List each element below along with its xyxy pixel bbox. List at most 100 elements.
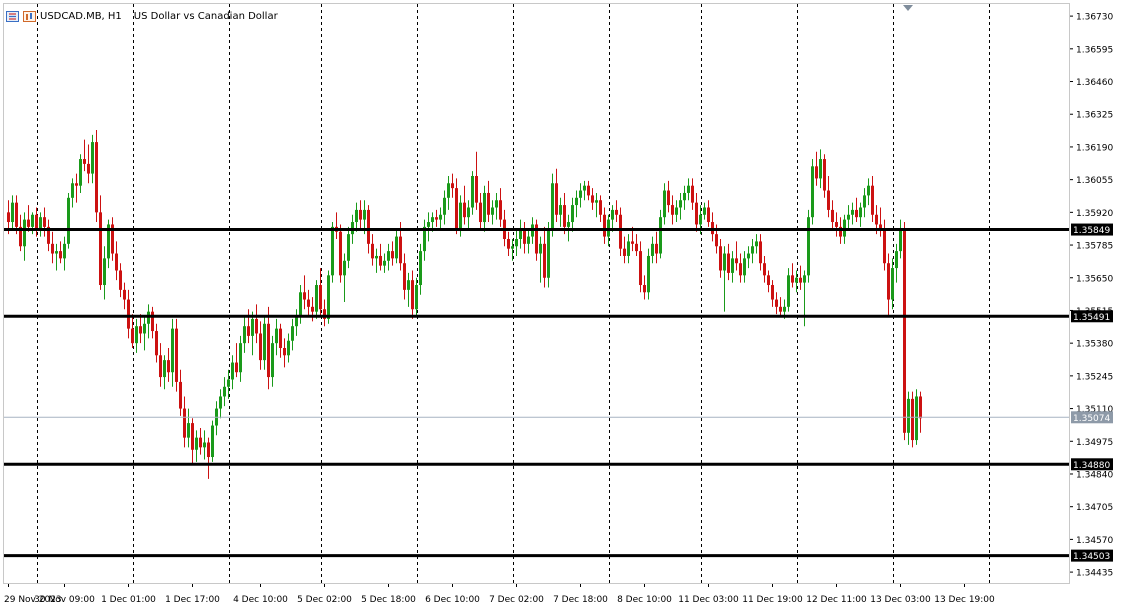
bear-candle	[43, 217, 46, 227]
bull-candle	[795, 277, 798, 283]
bear-candle	[667, 190, 670, 206]
price-tick-label: 1.34570	[1076, 536, 1113, 546]
bull-candle	[483, 192, 486, 223]
bear-candle	[715, 234, 718, 247]
bear-candle	[759, 241, 762, 264]
bull-candle	[271, 343, 274, 378]
time-tick-label: 11 Dec 19:00	[742, 595, 803, 605]
chart-type-icon[interactable]	[6, 10, 19, 22]
bear-candle	[159, 355, 162, 378]
bear-candle	[655, 243, 658, 254]
bull-candle	[743, 258, 746, 276]
chart-window[interactable]: 1.36730 1.36595 1.36460 1.36325 1.36190 1.360…	[0, 0, 1125, 609]
bear-candle	[59, 251, 62, 259]
bull-candle	[223, 386, 226, 397]
bull-candle	[55, 251, 58, 254]
bull-candle	[547, 229, 550, 278]
price-chart[interactable]: 1.36730 1.36595 1.36460 1.36325 1.36190 1.360…	[0, 0, 1125, 609]
bull-candle	[819, 159, 822, 179]
bull-candle	[595, 200, 598, 203]
bull-candle	[583, 185, 586, 191]
bear-candle	[499, 200, 502, 220]
bull-candle	[515, 238, 518, 247]
bull-candle	[415, 285, 418, 310]
bear-candle	[27, 219, 30, 227]
bear-candle	[591, 195, 594, 203]
bull-candle	[171, 328, 174, 373]
bear-candle	[279, 328, 282, 349]
chart-shift-marker[interactable]	[903, 5, 913, 11]
bull-candle	[699, 214, 702, 225]
bear-candle	[623, 248, 626, 256]
bull-candle	[395, 236, 398, 259]
bear-candle	[727, 253, 730, 273]
bear-candle	[815, 166, 818, 179]
bull-candle	[663, 190, 666, 218]
bear-candle	[127, 299, 130, 329]
bear-candle	[631, 241, 634, 244]
bull-candle	[679, 200, 682, 208]
bear-candle	[155, 331, 158, 356]
bull-candle	[299, 292, 302, 317]
bull-candle	[459, 202, 462, 230]
bear-candle	[835, 222, 838, 227]
bull-candle	[135, 326, 138, 344]
bear-candle	[563, 205, 566, 227]
bull-candle	[755, 241, 758, 247]
time-tick-label: 12 Dec 11:00	[806, 595, 867, 605]
bear-candle	[367, 209, 370, 244]
bull-candle	[571, 205, 574, 223]
bull-candle	[203, 442, 206, 448]
bull-candle	[275, 328, 278, 344]
bull-candle	[103, 258, 106, 286]
bull-candle	[315, 285, 318, 312]
bear-candle	[51, 243, 54, 254]
bear-candle	[883, 229, 886, 264]
bear-candle	[791, 275, 794, 283]
level-price-label: 1.34880	[1073, 461, 1110, 471]
bull-candle	[723, 253, 726, 271]
bull-candle	[471, 176, 474, 208]
bull-candle	[863, 195, 866, 208]
bear-candle	[303, 292, 306, 300]
bull-candle	[239, 343, 242, 373]
bear-candle	[175, 328, 178, 382]
time-tick-label: 4 Dec 10:00	[233, 595, 288, 605]
bear-candle	[359, 209, 362, 220]
bull-candle	[731, 258, 734, 273]
bull-candle	[647, 255, 650, 293]
bull-candle	[683, 192, 686, 201]
bear-candle	[599, 200, 602, 215]
bull-candle	[651, 243, 654, 256]
bull-candle	[495, 200, 498, 208]
bear-candle	[235, 362, 238, 373]
indicators-icon[interactable]	[23, 10, 36, 22]
bull-candle	[539, 243, 542, 254]
bull-candle	[491, 207, 494, 215]
bear-candle	[707, 207, 710, 223]
price-tick-label: 1.35650	[1076, 274, 1113, 284]
bear-candle	[871, 185, 874, 215]
bull-candle	[803, 275, 806, 283]
price-tick-label: 1.35920	[1076, 209, 1113, 219]
bull-candle	[143, 323, 146, 334]
bear-candle	[283, 348, 286, 356]
bull-candle	[23, 219, 26, 247]
bear-candle	[507, 238, 510, 249]
price-tick-label: 1.34840	[1076, 470, 1113, 480]
bear-candle	[903, 229, 906, 433]
bear-candle	[379, 255, 382, 266]
bull-candle	[79, 159, 82, 186]
bull-candle	[431, 217, 434, 223]
bear-candle	[475, 176, 478, 203]
bull-candle	[163, 360, 166, 378]
bull-candle	[703, 207, 706, 215]
bull-candle	[659, 217, 662, 254]
bull-candle	[347, 234, 350, 261]
bear-candle	[399, 236, 402, 264]
bear-candle	[463, 202, 466, 218]
bear-candle	[115, 253, 118, 271]
price-tick-label: 1.34705	[1076, 503, 1113, 513]
bear-candle	[247, 326, 250, 336]
bull-candle	[331, 226, 334, 276]
